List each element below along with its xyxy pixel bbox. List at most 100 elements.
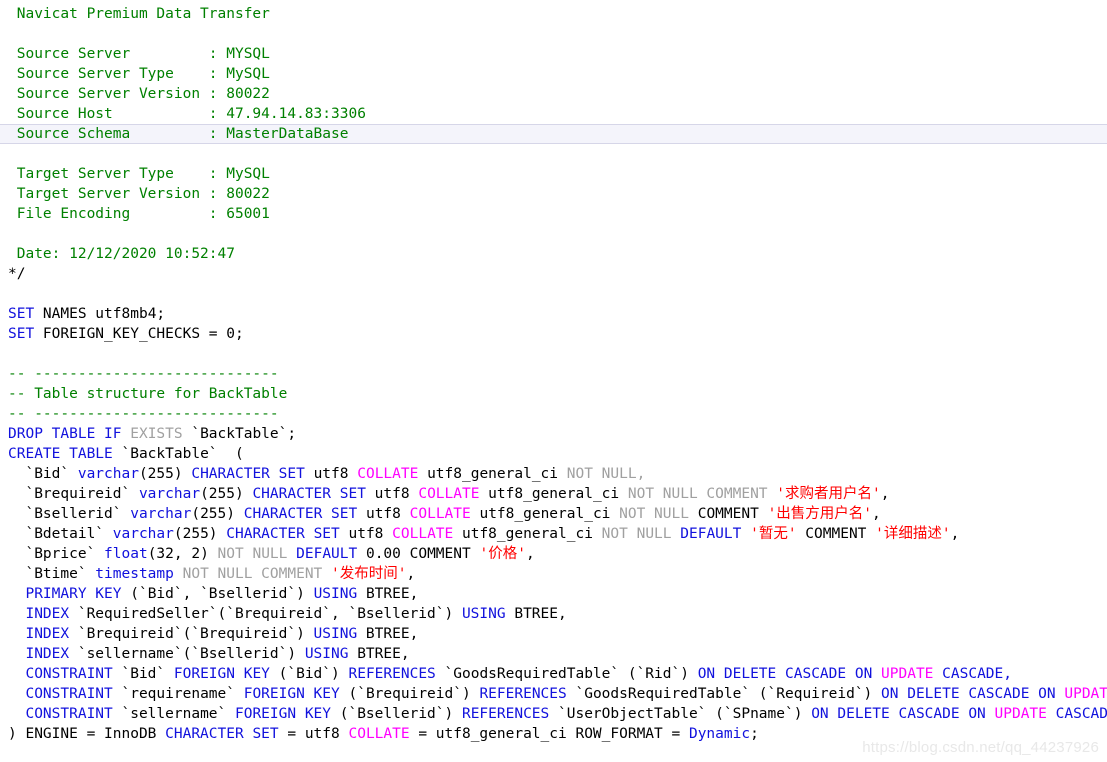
file-encoding-text: File Encoding : 65001 — [8, 206, 270, 222]
code-line-source-server-type[interactable]: Source Server Type : MySQL — [0, 64, 1107, 84]
code-line-1[interactable]: Navicat Premium Data Transfer — [0, 4, 1107, 24]
not-null-brequireid: NOT NULL — [627, 486, 698, 502]
update-keyword-1: UPDATE — [881, 666, 934, 682]
code-line-8[interactable] — [0, 144, 1107, 164]
code-line-12[interactable] — [0, 224, 1107, 244]
code-line-divider-top[interactable]: -- ---------------------------- — [0, 364, 1107, 384]
code-line-set-names[interactable]: SET NAMES utf8mb4; — [0, 304, 1107, 324]
code-line-15[interactable] — [0, 284, 1107, 304]
code-line-divider-bottom[interactable]: -- ---------------------------- — [0, 404, 1107, 424]
column-type-brequireid: varchar — [130, 486, 201, 502]
primary-key-keyword: PRIMARY KEY — [8, 586, 122, 602]
comment-value-btime: '发布时间' — [331, 566, 407, 582]
charset-value-bdetail: utf8 — [339, 526, 393, 542]
comma-bdetail: , — [950, 526, 960, 542]
row-format-label: ROW_FORMAT = — [575, 726, 689, 742]
comma-brequireid: , — [880, 486, 890, 502]
code-line-column-bdetail[interactable]: `Bdetail` varchar(255) CHARACTER SET utf… — [0, 524, 1107, 544]
column-len-bsellerid: (255) — [191, 506, 244, 522]
code-line-target-server-version[interactable]: Target Server Version : 80022 — [0, 184, 1107, 204]
watermark-text: https://blog.csdn.net/qq_44237926 — [862, 739, 1099, 756]
not-null-bid: NOT NULL, — [566, 466, 646, 482]
code-line-18[interactable] — [0, 344, 1107, 364]
on-update-cascade-3: CASCADE — [1055, 706, 1107, 722]
on-update-cascade-1: CASCADE, — [933, 666, 1012, 682]
code-line-column-bid[interactable]: `Bid` varchar(255) CHARACTER SET utf8 CO… — [0, 464, 1107, 484]
code-line-primary-key[interactable]: PRIMARY KEY (`Bid`, `Bsellerid`) USING B… — [0, 584, 1107, 604]
code-line-constraint-sellername[interactable]: CONSTRAINT `sellername` FOREIGN KEY (`Bs… — [0, 704, 1107, 724]
foreign-key-keyword-3: FOREIGN KEY — [234, 706, 332, 722]
code-line-index-brequireid[interactable]: INDEX `Brequireid`(`Brequireid`) USING B… — [0, 624, 1107, 644]
code-line-column-bsellerid[interactable]: `Bsellerid` varchar(255) CHARACTER SET u… — [0, 504, 1107, 524]
index-keyword-1: INDEX — [8, 606, 70, 622]
column-type-bid: varchar — [69, 466, 139, 482]
code-line-create-table[interactable]: CREATE TABLE `BackTable` ( — [0, 444, 1107, 464]
code-line-index-sellername[interactable]: INDEX `sellername`(`Bsellerid`) USING BT… — [0, 644, 1107, 664]
column-name-bsellerid: `Bsellerid` — [8, 506, 122, 522]
default-keyword-bdetail: DEFAULT — [680, 526, 742, 542]
using-keyword-pk: USING — [313, 586, 358, 602]
column-name-bdetail: `Bdetail` — [8, 526, 105, 542]
collation-value-bdetail: utf8_general_ci — [453, 526, 602, 542]
comment-keyword-brequireid: COMMENT — [697, 486, 777, 502]
not-null-bprice: NOT NULL — [217, 546, 297, 562]
code-line-drop-table[interactable]: DROP TABLE IF EXISTS `BackTable`; — [0, 424, 1107, 444]
constraint-keyword-3: CONSTRAINT — [8, 706, 113, 722]
column-name-bid: `Bid` — [8, 466, 70, 482]
index-name-1: `RequiredSeller`(`Brequireid`, `Bselleri… — [69, 606, 462, 622]
index-name-3: `sellername`(`Bsellerid`) — [69, 646, 305, 662]
update-keyword-2: UPDATE — [1064, 686, 1107, 702]
charset-value-brequireid: utf8 — [365, 486, 419, 502]
code-line-source-schema[interactable]: Source Schema : MasterDataBase — [0, 124, 1107, 144]
code-line-target-server-type[interactable]: Target Server Type : MySQL — [0, 164, 1107, 184]
code-line-table-structure-label[interactable]: -- Table structure for BackTable — [0, 384, 1107, 404]
references-keyword-3: REFERENCES — [461, 706, 550, 722]
constraint-name-3: `sellername` — [112, 706, 235, 722]
collation-value-bid: utf8_general_ci — [418, 466, 567, 482]
references-keyword-2: REFERENCES — [479, 686, 567, 702]
code-line-column-bprice[interactable]: `Bprice` float(32, 2) NOT NULL DEFAULT 0… — [0, 544, 1107, 564]
code-line-column-btime[interactable]: `Btime` timestamp NOT NULL COMMENT '发布时间… — [0, 564, 1107, 584]
code-line-index-requiredseller[interactable]: INDEX `RequiredSeller`(`Brequireid`, `Bs… — [0, 604, 1107, 624]
sql-editor[interactable]: Navicat Premium Data Transfer Source Ser… — [0, 0, 1107, 762]
foreign-key-columns-3: (`Bsellerid`) — [331, 706, 462, 722]
code-line-source-host[interactable]: Source Host : 47.94.14.83:3306 — [0, 104, 1107, 124]
target-server-type-text: Target Server Type : MySQL — [8, 166, 270, 182]
comma-bsellerid: , — [872, 506, 881, 522]
code-line-file-encoding[interactable]: File Encoding : 65001 — [0, 204, 1107, 224]
code-line-source-server-version[interactable]: Source Server Version : 80022 — [0, 84, 1107, 104]
column-name-btime: `Btime` — [8, 566, 87, 582]
column-name-brequireid: `Brequireid` — [8, 486, 131, 502]
default-value-bdetail: '暂无' — [741, 526, 797, 542]
comment-value-bprice: '价格' — [479, 546, 526, 562]
foreign-key-columns-1: (`Bid`) — [269, 666, 349, 682]
code-line-constraint-requirename[interactable]: CONSTRAINT `requirename` FOREIGN KEY (`B… — [0, 684, 1107, 704]
create-table-keyword: CREATE TABLE — [8, 446, 113, 462]
collation-value-bsellerid: utf8_general_ci — [470, 506, 620, 522]
code-area[interactable]: Navicat Premium Data Transfer Source Ser… — [0, 0, 1107, 744]
code-line-set-fk-checks[interactable]: SET FOREIGN_KEY_CHECKS = 0; — [0, 324, 1107, 344]
code-line-2[interactable] — [0, 24, 1107, 44]
engine-clause: ) ENGINE = InnoDB — [8, 726, 166, 742]
code-line-date[interactable]: Date: 12/12/2020 10:52:47 — [0, 244, 1107, 264]
constraint-name-1: `Bid` — [112, 666, 174, 682]
references-table-1: `GoodsRequiredTable` (`Rid`) — [435, 666, 698, 682]
code-line-constraint-bid[interactable]: CONSTRAINT `Bid` FOREIGN KEY (`Bid`) REF… — [0, 664, 1107, 684]
on-delete-clause-1: ON DELETE CASCADE ON — [697, 666, 882, 682]
comment-title: Navicat Premium Data Transfer — [8, 6, 270, 22]
character-set-keyword-bsellerid: CHARACTER SET — [243, 506, 358, 522]
collate-keyword-engine: COLLATE — [348, 726, 410, 742]
index-type-pk: BTREE, — [357, 586, 419, 602]
using-keyword-2: USING — [313, 626, 358, 642]
code-line-comment-close[interactable]: */ — [0, 264, 1107, 284]
on-delete-clause-2: ON DELETE CASCADE ON — [881, 686, 1065, 702]
create-table-name: `BackTable` ( — [112, 446, 244, 462]
code-line-source-server[interactable]: Source Server : MYSQL — [0, 44, 1107, 64]
code-line-column-brequireid[interactable]: `Brequireid` varchar(255) CHARACTER SET … — [0, 484, 1107, 504]
comment-value-brequireid: '求购者用户名' — [776, 486, 881, 502]
character-set-keyword-bid: CHARACTER SET — [191, 466, 305, 482]
not-null-bdetail: NOT NULL — [601, 526, 681, 542]
using-keyword-1: USING — [461, 606, 506, 622]
default-keyword-bprice: DEFAULT — [296, 546, 358, 562]
collate-keyword-bsellerid: COLLATE — [409, 506, 471, 522]
